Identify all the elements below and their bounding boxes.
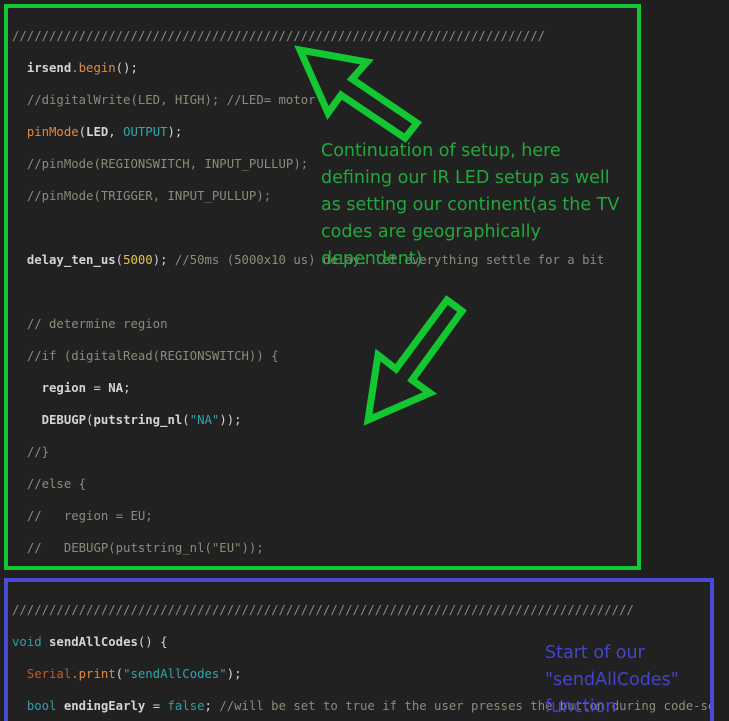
setup-code-pane: ////////////////////////////////////////… [4,4,641,570]
code-line: region = NA; [41,381,131,395]
code-line: //if (digitalRead(REGIONSWITCH)) { [26,349,279,363]
code-line: ////////////////////////////////////////… [12,29,546,43]
code-line: // determine region [26,317,168,331]
setup-annotation-note: Continuation of setup, here defining our… [321,141,620,269]
code-line: ////////////////////////////////////////… [12,603,634,617]
code-line: //digitalWrite(LED, HIGH); //LED= motor [26,93,316,107]
code-line: irsend.begin(); [26,61,138,75]
code-line: //else { [26,477,87,491]
code-line: //} [26,445,50,459]
code-line: // DEBUGP(putstring_nl("EU")); [26,541,264,555]
setup-code-text: ////////////////////////////////////////… [8,8,604,566]
sendallcodes-annotation-note: Start of our "sendAllCodes" function [545,643,679,717]
code-line: // region = EU; [26,509,153,523]
code-line: DEBUGP(putstring_nl("NA")); [41,413,242,427]
